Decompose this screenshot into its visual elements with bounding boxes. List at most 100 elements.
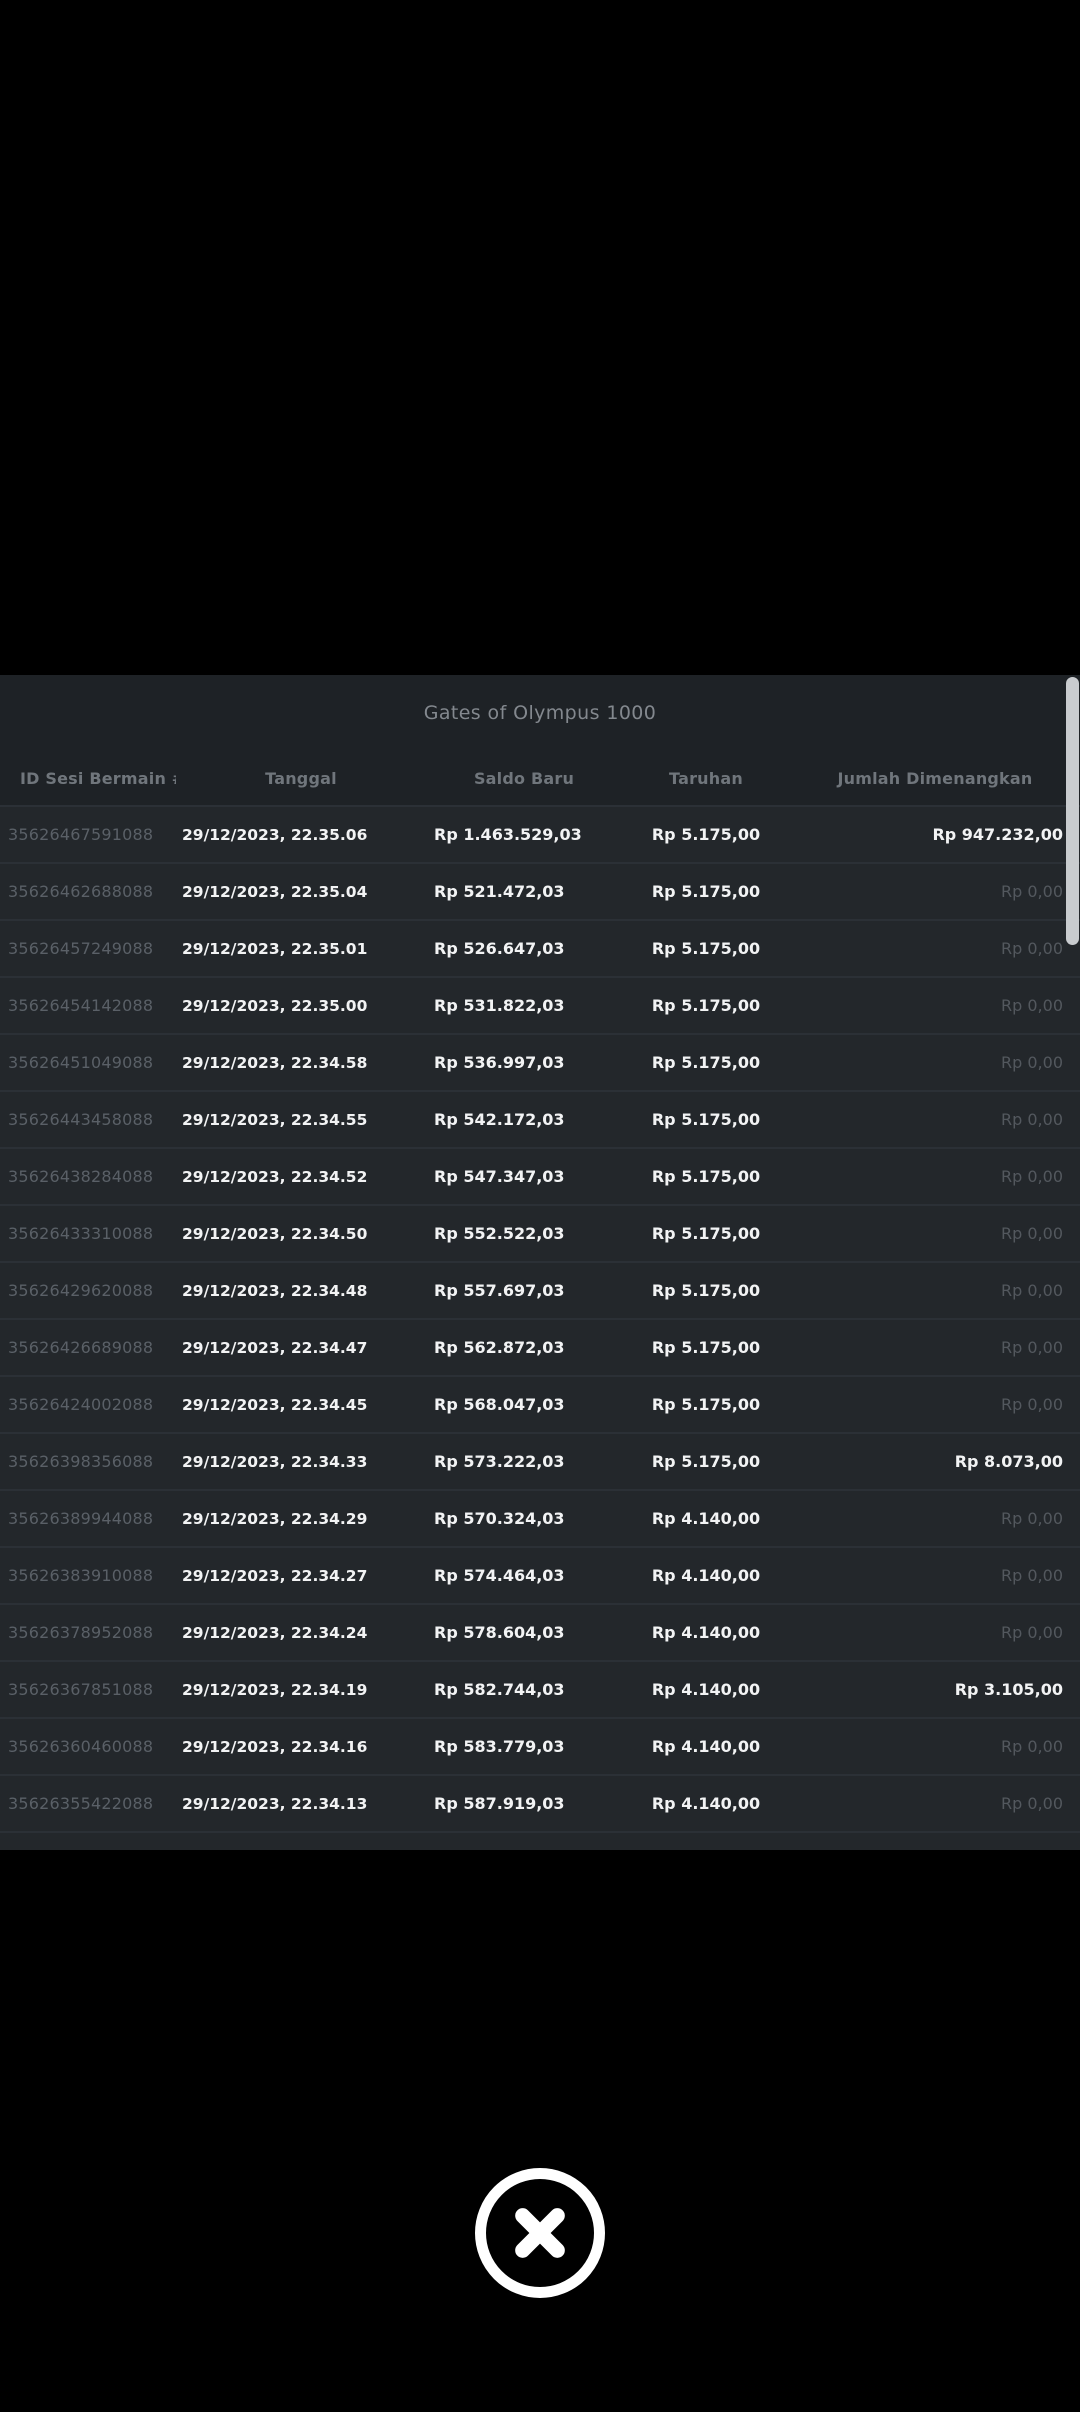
bet-cell: Rp 5.175,00: [651, 1224, 761, 1243]
column-header: Jumlah Dimenangkan: [837, 768, 1033, 788]
table-row: 35626433310088 29/12/2023, 22.34.50 Rp 552…: [0, 1204, 1080, 1261]
bet-cell: Rp 5.175,00: [651, 1452, 761, 1471]
new-balance-cell: Rp 557.697,03: [434, 1281, 565, 1300]
bet-cell: Rp 4.140,00: [651, 1737, 761, 1756]
session-id-cell: 35626360460088: [8, 1737, 154, 1756]
table-row: 35626389944088 29/12/2023, 22.34.29 Rp 570…: [0, 1489, 1080, 1546]
bet-cell: Rp 5.175,00: [651, 825, 761, 844]
close-button[interactable]: [475, 2168, 605, 2298]
date-cell: 29/12/2023, 22.34.55: [182, 1110, 368, 1129]
new-balance-cell: Rp 526.647,03: [434, 939, 565, 958]
winnings-cell: Rp 0,00: [1001, 1053, 1063, 1072]
scrollbar-thumb[interactable]: [1066, 677, 1079, 945]
session-id-cell: 35626467591088: [8, 825, 154, 844]
bet-cell: Rp 5.175,00: [651, 1053, 761, 1072]
column-header: ID Sesi Bermain #: [20, 768, 176, 788]
table-row: 35626467591088 29/12/2023, 22.35.06 Rp 1.4…: [0, 805, 1080, 862]
winnings-cell: Rp 947.232,00: [932, 825, 1063, 844]
new-balance-cell: Rp 542.172,03: [434, 1110, 565, 1129]
winnings-cell: Rp 0,00: [1001, 882, 1063, 901]
date-cell: 29/12/2023, 22.34.33: [182, 1452, 368, 1471]
modal-header: Gates of Olympus 1000: [0, 675, 1080, 751]
table-row: 35626424002088 29/12/2023, 22.34.45 Rp 568…: [0, 1375, 1080, 1432]
table-row: 35626454142088 29/12/2023, 22.35.00 Rp 531…: [0, 976, 1080, 1033]
date-cell: 29/12/2023, 22.34.58: [182, 1053, 368, 1072]
session-id-cell: 35626426689088: [8, 1338, 154, 1357]
new-balance-cell: Rp 562.872,03: [434, 1338, 565, 1357]
table-row: 35626443458088 29/12/2023, 22.34.55 Rp 542…: [0, 1090, 1080, 1147]
table-row: 35626360460088 29/12/2023, 22.34.16 Rp 583…: [0, 1717, 1080, 1774]
new-balance-cell: Rp 570.324,03: [434, 1509, 565, 1528]
date-cell: 29/12/2023, 22.34.45: [182, 1395, 368, 1414]
winnings-cell: Rp 0,00: [1001, 1167, 1063, 1186]
bet-cell: Rp 5.175,00: [651, 1110, 761, 1129]
new-balance-cell: Rp 578.604,03: [434, 1623, 565, 1642]
session-id-cell: 35626462688088: [8, 882, 154, 901]
table-row: 35626451049088 29/12/2023, 22.34.58 Rp 536…: [0, 1033, 1080, 1090]
session-id-cell: 35626433310088: [8, 1224, 154, 1243]
game-history-modal: Gates of Olympus 1000 ID Sesi Bermain # T…: [0, 675, 1080, 1850]
session-id-cell: 35626457249088: [8, 939, 154, 958]
session-id-cell: 35626451049088: [8, 1053, 154, 1072]
table-row: 35626462688088 29/12/2023, 22.35.04 Rp 521…: [0, 862, 1080, 919]
new-balance-cell: Rp 547.347,03: [434, 1167, 565, 1186]
new-balance-cell: Rp 1.463.529,03: [434, 825, 582, 844]
table-row: 35626355422088 29/12/2023, 22.34.13 Rp 587…: [0, 1774, 1080, 1831]
new-balance-cell: Rp 531.822,03: [434, 996, 565, 1015]
column-header: Saldo Baru: [473, 768, 575, 788]
table-row: 35626438284088 29/12/2023, 22.34.52 Rp 547…: [0, 1147, 1080, 1204]
session-id-cell: 35626378952088: [8, 1623, 154, 1642]
date-cell: 29/12/2023, 22.34.50: [182, 1224, 368, 1243]
game-title: Gates of Olympus 1000: [423, 702, 657, 724]
bet-cell: Rp 5.175,00: [651, 939, 761, 958]
table-row: 35626367851088 29/12/2023, 22.34.19 Rp 582…: [0, 1660, 1080, 1717]
bet-cell: Rp 4.140,00: [651, 1680, 761, 1699]
winnings-cell: Rp 0,00: [1001, 1110, 1063, 1129]
column-header: Tanggal: [265, 768, 337, 788]
date-cell: 29/12/2023, 22.34.27: [182, 1566, 368, 1585]
date-cell: 29/12/2023, 22.34.24: [182, 1623, 368, 1642]
new-balance-cell: Rp 521.472,03: [434, 882, 565, 901]
new-balance-cell: Rp 568.047,03: [434, 1395, 565, 1414]
table-row: 35626378952088 29/12/2023, 22.34.24 Rp 578…: [0, 1603, 1080, 1660]
new-balance-cell: Rp 574.464,03: [434, 1566, 565, 1585]
winnings-cell: Rp 8.073,00: [954, 1452, 1063, 1471]
bet-cell: Rp 5.175,00: [651, 1395, 761, 1414]
winnings-cell: Rp 0,00: [1001, 1224, 1063, 1243]
session-id-cell: 35626454142088: [8, 996, 154, 1015]
bet-cell: Rp 5.175,00: [651, 882, 761, 901]
table-header-row: ID Sesi Bermain # Tanggal Saldo Baru Taruha…: [0, 751, 1080, 805]
winnings-cell: Rp 0,00: [1001, 1623, 1063, 1642]
date-cell: 29/12/2023, 22.34.48: [182, 1281, 368, 1300]
new-balance-cell: Rp 573.222,03: [434, 1452, 565, 1471]
winnings-cell: Rp 0,00: [1001, 1794, 1063, 1813]
date-cell: 29/12/2023, 22.34.13: [182, 1794, 368, 1813]
date-cell: 29/12/2023, 22.35.06: [182, 825, 368, 844]
date-cell: 29/12/2023, 22.35.00: [182, 996, 368, 1015]
winnings-cell: Rp 0,00: [1001, 1566, 1063, 1585]
session-id-cell: 35626389944088: [8, 1509, 154, 1528]
table-row: 3562635046208829/12/2023, 22.34.11Rp 592…: [0, 1831, 1080, 1850]
session-id-cell: 35626367851088: [8, 1680, 154, 1699]
column-header: Taruhan: [669, 768, 743, 788]
date-cell: 29/12/2023, 22.34.52: [182, 1167, 368, 1186]
date-cell: 29/12/2023, 22.34.47: [182, 1338, 368, 1357]
bet-cell: Rp 4.140,00: [651, 1509, 761, 1528]
date-cell: 29/12/2023, 22.34.19: [182, 1680, 368, 1699]
session-id-cell: 35626438284088: [8, 1167, 154, 1186]
new-balance-cell: Rp 536.997,03: [434, 1053, 565, 1072]
bet-cell: Rp 4.140,00: [651, 1794, 761, 1813]
new-balance-cell: Rp 582.744,03: [434, 1680, 565, 1699]
bet-cell: Rp 4.140,00: [651, 1623, 761, 1642]
date-cell: 29/12/2023, 22.35.04: [182, 882, 368, 901]
bet-cell: Rp 5.175,00: [651, 1281, 761, 1300]
session-id-cell: 35626355422088: [8, 1794, 154, 1813]
bet-cell: Rp 5.175,00: [651, 1338, 761, 1357]
winnings-cell: Rp 0,00: [1001, 1395, 1063, 1414]
table-row: 35626398356088 29/12/2023, 22.34.33 Rp 573…: [0, 1432, 1080, 1489]
table-row: 35626383910088 29/12/2023, 22.34.27 Rp 574…: [0, 1546, 1080, 1603]
session-id-cell: 35626383910088: [8, 1566, 154, 1585]
new-balance-cell: Rp 583.779,03: [434, 1737, 565, 1756]
winnings-cell: Rp 0,00: [1001, 1737, 1063, 1756]
bet-cell: Rp 5.175,00: [651, 996, 761, 1015]
